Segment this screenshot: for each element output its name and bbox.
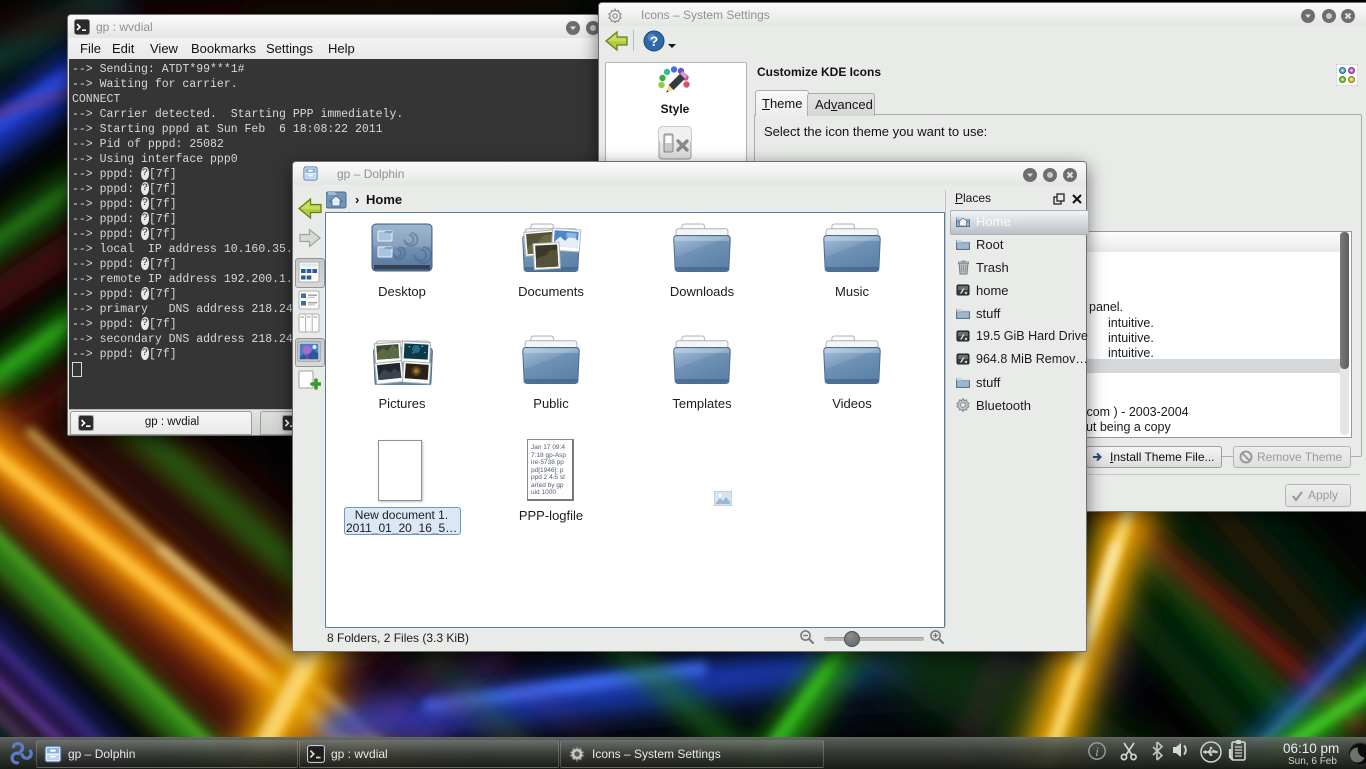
svg-text:i: i xyxy=(1095,744,1099,759)
svg-text:?: ? xyxy=(650,33,659,49)
